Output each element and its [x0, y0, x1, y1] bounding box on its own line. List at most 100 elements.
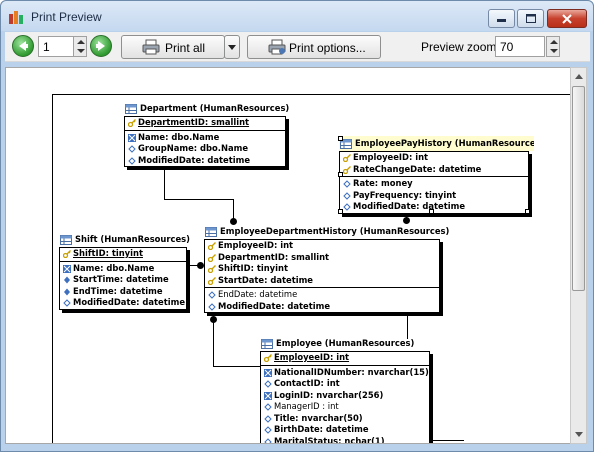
scrollbar-thumb[interactable]	[572, 86, 585, 291]
selection-handle[interactable]	[338, 172, 343, 177]
print-all-label: Print all	[165, 41, 206, 55]
selection-handle[interactable]	[338, 209, 343, 214]
column-row: RateChangeDate: datetime	[340, 164, 528, 176]
relation-line	[213, 366, 263, 367]
column-icon	[264, 403, 272, 411]
print-options-label: Print options...	[289, 41, 366, 55]
column-row: DepartmentID: smallint	[125, 117, 285, 129]
preview-area[interactable]: Department (HumanResources) DepartmentID…	[5, 67, 571, 444]
key-icon	[128, 119, 136, 127]
print-dropdown-button[interactable]	[224, 35, 240, 59]
print-all-button[interactable]: Print all	[121, 35, 225, 59]
index-icon	[264, 368, 272, 377]
column-icon	[343, 180, 351, 188]
scroll-down-icon[interactable]	[575, 432, 583, 437]
relation-endpoint	[197, 262, 204, 269]
chevron-down-icon	[228, 45, 236, 50]
column-icon	[264, 414, 272, 423]
column-row: ContactID: int	[261, 378, 429, 390]
maximize-icon	[526, 14, 536, 23]
previous-page-button[interactable]	[12, 35, 34, 57]
maximize-button[interactable]	[517, 9, 544, 28]
foreign-key-icon	[208, 265, 216, 273]
key-icon	[63, 250, 71, 258]
foreign-key-icon	[343, 154, 351, 162]
arrow-left-icon	[19, 41, 28, 51]
preview-zoom-label: Preview zoom	[421, 40, 497, 54]
page-number-input[interactable]	[38, 36, 74, 57]
table-icon	[261, 339, 273, 349]
relation-line	[164, 199, 234, 200]
printer-icon	[142, 39, 160, 55]
column-row: Rate: money	[340, 178, 528, 190]
column-row: GroupName: dbo.Name	[125, 143, 285, 155]
column-icon	[128, 156, 136, 165]
column-icon	[264, 437, 272, 443]
column-row: EmployeeID: int	[340, 152, 528, 164]
foreign-key-icon	[208, 276, 216, 285]
column-row: DepartmentID: smallint	[205, 252, 439, 264]
vertical-scrollbar[interactable]	[570, 67, 587, 444]
column-row: ManagerID : int	[261, 401, 429, 413]
key-icon	[264, 354, 272, 362]
column-row: ModifiedDate: datetime	[340, 201, 528, 213]
index-column-icon	[64, 288, 70, 295]
table-department[interactable]: Department (HumanResources) DepartmentID…	[124, 101, 290, 167]
column-row: BirthDate: datetime	[261, 424, 429, 436]
column-row: EmployeeID: int	[205, 240, 439, 252]
column-icon	[343, 191, 351, 200]
minimize-icon	[497, 19, 506, 22]
table-employee-department-history[interactable]: EmployeeDepartmentHistory (HumanResource…	[204, 224, 449, 313]
column-row: NationalIDNumber: nvarchar(15)	[261, 367, 429, 379]
index-icon	[264, 391, 272, 400]
selection-handle[interactable]	[429, 209, 434, 214]
toolbar: Print all Print options... Preview zoom	[5, 32, 590, 62]
table-employee[interactable]: Employee (HumanResources) EmployeeID: in…	[260, 336, 432, 443]
selection-handle[interactable]	[525, 209, 530, 214]
print-options-icon	[268, 39, 286, 55]
relation-line	[164, 170, 165, 200]
spin-up-icon[interactable]	[550, 40, 558, 44]
column-row: Name: dbo.Name	[60, 263, 186, 275]
column-row: MaritalStatus: nchar(1)	[261, 436, 429, 443]
column-row: ShiftID: tinyint	[205, 263, 439, 275]
table-icon	[125, 104, 137, 114]
column-icon	[208, 291, 216, 299]
spin-down-icon[interactable]	[550, 49, 558, 53]
spin-down-icon[interactable]	[77, 49, 85, 53]
zoom-spinner[interactable]	[546, 36, 560, 57]
title-bar[interactable]: Print Preview	[1, 1, 593, 31]
table-employee-pay-history[interactable]: EmployeePayHistory (HumanResource Employ…	[339, 136, 534, 214]
column-row: PayFrequency: tinyint	[340, 190, 528, 202]
column-row: Title: nvarchar(50)	[261, 413, 429, 425]
spin-up-icon[interactable]	[77, 40, 85, 44]
column-row: StartTime: datetime	[60, 274, 186, 286]
relation-endpoint	[210, 316, 217, 323]
close-button[interactable]	[547, 9, 587, 28]
table-title: Department (HumanResources)	[140, 103, 290, 113]
column-icon	[63, 299, 71, 307]
selection-handle[interactable]	[338, 136, 343, 141]
window-title: Print Preview	[31, 10, 102, 24]
close-icon	[562, 14, 572, 24]
foreign-key-icon	[208, 242, 216, 250]
column-icon	[264, 380, 272, 388]
table-icon	[205, 227, 217, 237]
foreign-key-icon	[343, 165, 351, 174]
index-icon	[63, 264, 71, 273]
preview-zoom-input[interactable]	[495, 36, 545, 57]
column-row: Name: dbo.Name	[125, 132, 285, 144]
table-shift[interactable]: Shift (HumanResources) ShiftID: tinyint …	[59, 232, 190, 310]
column-row: EndTime: datetime	[60, 286, 186, 298]
column-icon	[343, 203, 351, 211]
column-row: EmployeeID: int	[261, 352, 429, 364]
page-spinner[interactable]	[73, 36, 87, 57]
table-icon	[60, 235, 72, 245]
minimize-button[interactable]	[488, 9, 515, 28]
relation-line	[213, 320, 214, 367]
app-icon	[9, 11, 23, 24]
next-page-button[interactable]	[90, 35, 112, 57]
scroll-up-icon[interactable]	[575, 74, 583, 79]
index-column-icon	[64, 276, 70, 284]
print-options-button[interactable]: Print options...	[247, 35, 381, 59]
